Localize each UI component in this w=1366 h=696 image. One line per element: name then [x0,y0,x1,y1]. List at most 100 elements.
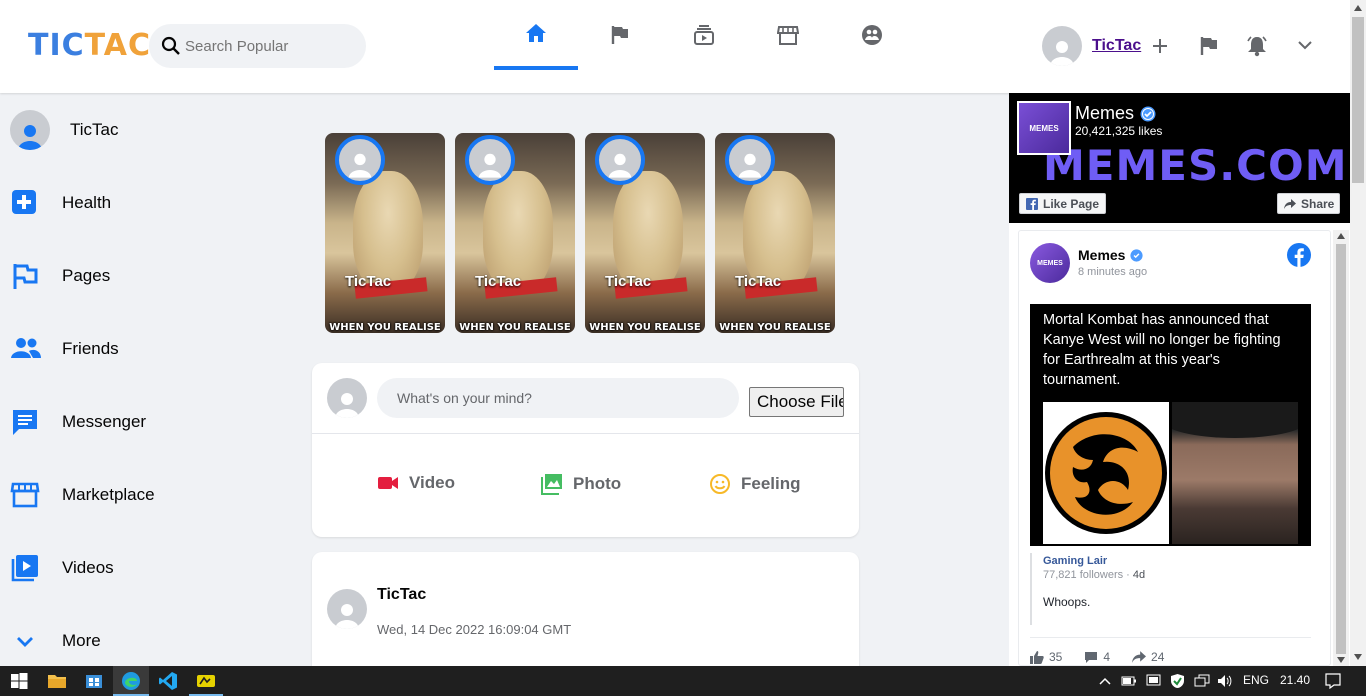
story-caption: WHEN YOU REALISE [589,322,701,333]
battery-icon[interactable] [1121,674,1137,688]
page-scrollbar[interactable] [1350,0,1366,666]
story-author: TicTac [475,273,522,290]
source-age: 4d [1132,569,1146,581]
avatar [725,135,775,185]
sidebar-item-health[interactable]: Health [10,183,111,223]
video-action[interactable]: Video [377,473,455,493]
sidebar-profile[interactable]: TicTac [10,110,119,150]
language-indicator[interactable]: ENG [1243,673,1269,687]
sidebar-item-friends[interactable]: Friends [10,329,119,369]
groups-icon [862,25,882,45]
avatar [327,378,367,418]
search-input[interactable] [185,24,355,68]
avatar [465,135,515,185]
divider [1030,637,1311,638]
nav-groups[interactable] [830,0,914,70]
volume-icon[interactable] [1217,674,1233,688]
widget-scrollbar-thumb[interactable] [1336,244,1346,654]
sidebar-item-pages[interactable]: Pages [10,256,110,296]
shared-source: Gaming Lair 77,821 followers · 4d Whoops… [1030,553,1311,625]
like-page-label: Like Page [1043,196,1100,211]
share-icon[interactable] [1132,651,1147,663]
page-name[interactable]: Memes [1075,103,1134,124]
source-followers: 77,821 followers [1043,569,1124,581]
clock[interactable]: 21.40 [1280,673,1310,687]
file-explorer-icon[interactable] [47,671,67,691]
sidebar-item-videos[interactable]: Videos [10,548,114,588]
sidebar-item-label: Friends [62,339,119,358]
thumbs-up-icon[interactable] [1030,650,1044,664]
comment-icon[interactable] [1084,651,1098,664]
source-name[interactable]: Gaming Lair [1043,555,1311,567]
source-meta: 77,821 followers · 4d [1043,569,1146,581]
sidebar-item-more[interactable]: More [10,621,101,661]
app-logo[interactable]: TICTAC [28,28,151,63]
feeling-action[interactable]: Feeling [709,473,801,495]
edge-browser-icon[interactable] [121,671,141,691]
story-card[interactable]: TicTac WHEN YOU REALISE [325,133,445,333]
share-button[interactable]: Share [1277,193,1340,214]
nav-home[interactable] [494,0,578,70]
post-card: TicTac Wed, 14 Dec 2022 16:09:04 GMT [312,552,859,682]
avatar [335,135,385,185]
flag-icon[interactable] [1200,36,1218,56]
page-plugin: MEMES.COM MEMES Memes 20,421,325 likes L… [1009,93,1350,666]
profile-link[interactable]: TicTac [1092,37,1141,55]
flag-icon [611,26,628,44]
story-card[interactable]: TicTac WHEN YOU REALISE [455,133,575,333]
network-icon[interactable] [1194,674,1210,688]
story-author: TicTac [345,273,392,290]
widget-scrollbar[interactable] [1333,230,1349,666]
chevron-up-icon[interactable] [1099,676,1111,686]
photo-action[interactable]: Photo [541,473,621,495]
page-scrollbar-thumb[interactable] [1352,17,1364,183]
notification-icon[interactable] [1325,673,1341,689]
story-card[interactable]: TicTac WHEN YOU REALISE [715,133,835,333]
sidebar-item-marketplace[interactable]: Marketplace [10,475,155,515]
page-avatar[interactable]: MEMES [1030,243,1070,283]
embedded-author-row: Memes [1078,247,1144,263]
choose-file-button[interactable]: Choose File [749,387,844,417]
story-author: TicTac [735,273,782,290]
pages-icon [13,264,38,289]
security-shield-icon[interactable] [1170,673,1185,689]
embedded-post-image[interactable]: Mortal Kombat has announced that Kanye W… [1030,304,1311,546]
vscode-icon[interactable] [158,671,178,691]
plus-icon[interactable] [1152,38,1168,54]
user-icon [738,153,762,178]
windows-start-icon[interactable] [9,671,29,691]
nav-watch[interactable] [662,0,746,70]
app-icon[interactable] [196,671,216,691]
post-author[interactable]: TicTac [377,586,426,604]
chevron-down-icon[interactable] [1298,40,1312,50]
scroll-down-icon[interactable] [1337,657,1345,663]
story-card[interactable]: TicTac WHEN YOU REALISE [585,133,705,333]
scroll-down-icon[interactable] [1354,654,1362,660]
scroll-up-icon[interactable] [1337,233,1345,239]
status-input[interactable]: What's on your mind? [377,378,739,418]
avatar[interactable] [1042,26,1082,66]
search-box[interactable] [149,24,366,68]
chevron-down-icon [17,637,33,647]
page-logo[interactable]: MEMES [1017,101,1071,155]
store-app-icon[interactable] [84,671,104,691]
user-icon [335,393,359,418]
sidebar-item-label: TicTac [70,120,119,139]
os-taskbar: ENG 21.40 [0,666,1366,696]
comment-count: 4 [1103,650,1111,664]
sidebar-item-messenger[interactable]: Messenger [10,402,146,442]
story-caption: WHEN YOU REALISE [719,322,831,333]
avatar[interactable] [327,589,367,629]
embedded-post-time: 8 minutes ago [1078,266,1148,278]
mortal-kombat-logo [1043,402,1169,544]
monitor-icon[interactable] [1146,674,1161,688]
share-label: Share [1301,196,1335,211]
nav-pages[interactable] [578,0,662,70]
bell-icon[interactable] [1246,35,1268,57]
facebook-logo-icon[interactable] [1287,243,1311,267]
embedded-post-author[interactable]: Memes [1078,247,1125,263]
nav-marketplace[interactable] [746,0,830,70]
scroll-up-icon[interactable] [1354,5,1362,11]
person-photo [1172,402,1298,544]
like-page-button[interactable]: Like Page [1019,193,1106,214]
